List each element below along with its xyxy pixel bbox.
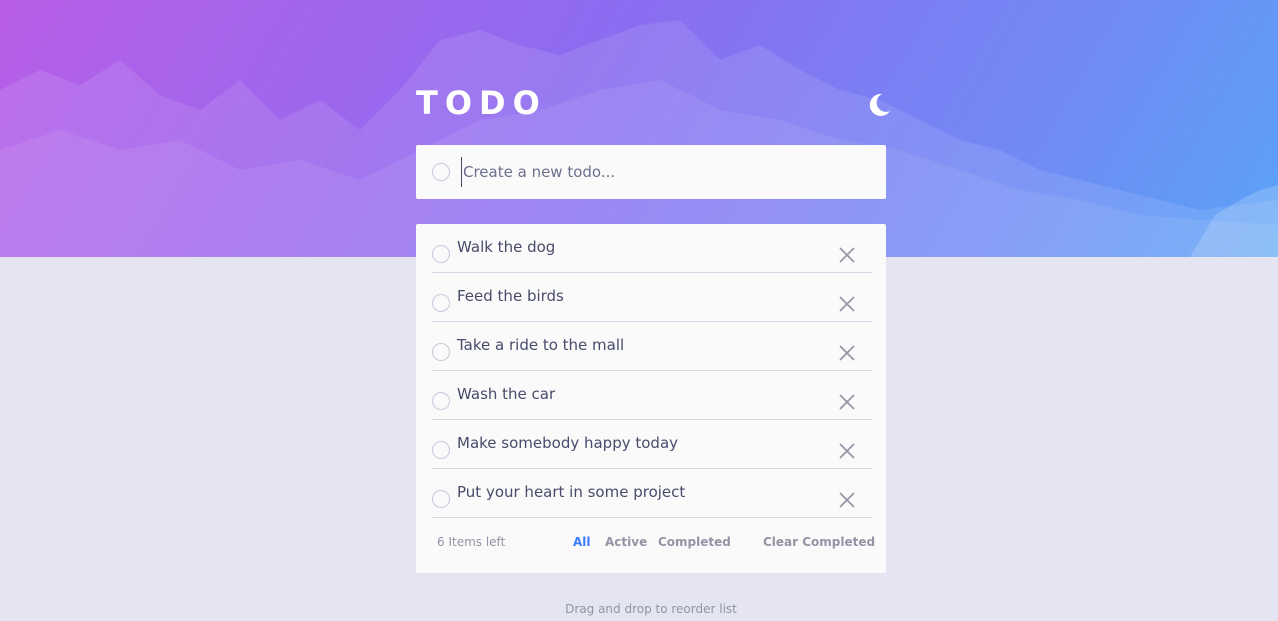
mountain-illustration [0, 20, 1278, 257]
filter-completed[interactable]: Completed [658, 535, 731, 549]
theme-toggle-button[interactable] [866, 92, 892, 118]
close-icon[interactable] [837, 441, 857, 461]
todo-item[interactable]: Put your heart in some project [432, 469, 872, 518]
todo-text: Feed the birds [457, 287, 564, 305]
close-icon[interactable] [837, 343, 857, 363]
todo-text: Take a ride to the mall [457, 336, 625, 354]
todo-checkbox[interactable] [432, 245, 450, 263]
todo-text: Wash the car [457, 385, 556, 403]
todo-item[interactable]: Take a ride to the mall [432, 322, 872, 371]
moon-icon [869, 93, 890, 116]
todo-list: Walk the dog Feed the birds Take a ride … [416, 224, 886, 573]
todo-item[interactable]: Wash the car [432, 371, 872, 420]
filter-active[interactable]: Active [605, 535, 647, 549]
todo-item[interactable]: Walk the dog [432, 224, 872, 273]
reorder-hint: Drag and drop to reorder list [565, 602, 737, 616]
close-icon[interactable] [837, 245, 857, 265]
close-icon[interactable] [837, 294, 857, 314]
todo-text: Put your heart in some project [457, 483, 686, 501]
todo-text: Walk the dog [457, 238, 556, 256]
todo-checkbox[interactable] [432, 294, 450, 312]
items-left-count: 6 Items left [437, 535, 506, 549]
filter-all[interactable]: All [573, 535, 591, 549]
todo-checkbox[interactable] [432, 490, 450, 508]
new-todo-checkbox[interactable] [432, 163, 450, 181]
todo-item[interactable]: Make somebody happy today [432, 420, 872, 469]
list-footer: 6 Items left All Active Completed Clear … [416, 522, 886, 562]
todo-checkbox[interactable] [432, 343, 450, 361]
new-todo-bar [416, 145, 886, 199]
todo-checkbox[interactable] [432, 392, 450, 410]
close-icon[interactable] [837, 490, 857, 510]
header-background [0, 0, 1278, 257]
todo-item[interactable]: Feed the birds [432, 273, 872, 322]
close-icon[interactable] [837, 392, 857, 412]
todo-text: Make somebody happy today [457, 434, 679, 452]
todo-checkbox[interactable] [432, 441, 450, 459]
clear-completed-button[interactable]: Clear Completed [763, 535, 875, 549]
app-title: TODO [416, 84, 547, 122]
new-todo-input[interactable] [461, 157, 851, 187]
